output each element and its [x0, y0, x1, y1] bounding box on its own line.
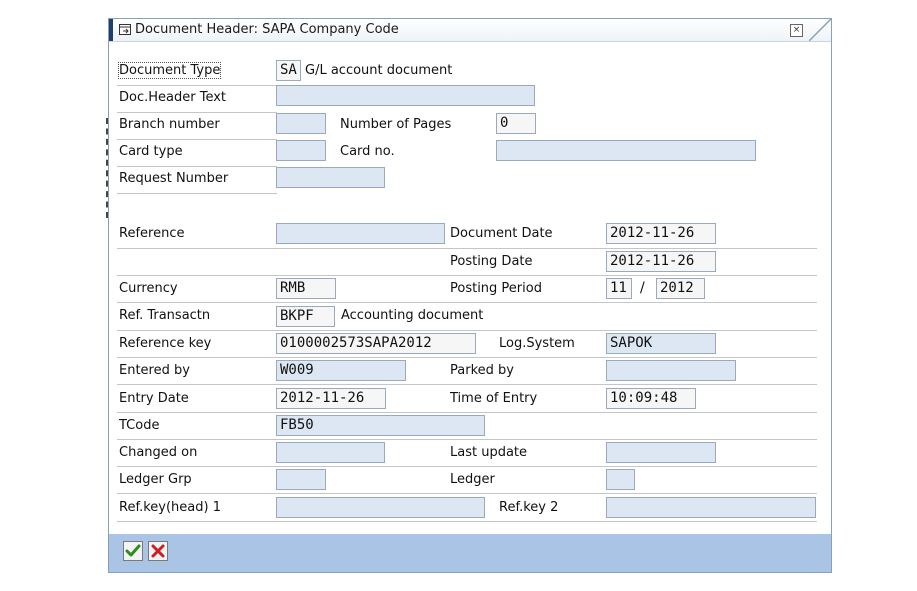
ref-transactn-description: Accounting document	[341, 308, 484, 323]
close-icon[interactable]: ×	[790, 24, 803, 37]
request-number-field[interactable]	[276, 167, 385, 188]
parked-by-field[interactable]	[606, 360, 736, 381]
dialog-footer-toolbar	[109, 534, 831, 572]
tcode-field[interactable]: FB50	[276, 415, 485, 436]
period-separator: /	[640, 280, 645, 296]
document-date-field[interactable]: 2012-11-26	[606, 223, 716, 244]
row-divider	[439, 248, 579, 249]
log-system-label: Log.System	[499, 336, 575, 351]
document-type-description: G/L account document	[305, 63, 453, 78]
row-divider	[117, 493, 817, 494]
changed-on-label: Changed on	[119, 445, 198, 460]
row-divider	[117, 330, 817, 331]
posting-year-field[interactable]: 2012	[656, 278, 705, 299]
entered-by-field[interactable]: W009	[276, 360, 406, 381]
doc-header-text-label: Doc.Header Text	[119, 90, 227, 105]
entered-by-label: Entered by	[119, 363, 190, 378]
log-system-field[interactable]: SAPOK	[606, 333, 716, 354]
branch-number-label: Branch number	[119, 117, 220, 132]
card-no-field[interactable]	[496, 140, 756, 161]
posting-date-label: Posting Date	[450, 254, 533, 269]
row-divider	[117, 412, 817, 413]
ref-transactn-label: Ref. Transactn	[119, 308, 211, 323]
title-accent-bar	[109, 19, 113, 41]
last-update-field[interactable]	[606, 442, 716, 463]
card-type-label: Card type	[119, 144, 183, 159]
cancel-button[interactable]	[148, 541, 168, 561]
document-header-dialog: Document Header: SAPA Company Code × Doc…	[108, 18, 832, 573]
ledger-grp-field[interactable]	[276, 469, 326, 490]
doc-header-text-field[interactable]	[276, 85, 535, 106]
reference-key-field[interactable]: 0100002573SAPA2012	[276, 333, 476, 354]
card-no-label: Card no.	[340, 144, 395, 159]
confirm-button[interactable]	[123, 541, 143, 561]
title-corner-decoration	[809, 19, 831, 41]
ref-key-2-field[interactable]	[606, 497, 816, 518]
dialog-window-icon	[119, 24, 131, 35]
ledger-grp-label: Ledger Grp	[119, 472, 192, 487]
request-number-label: Request Number	[119, 171, 229, 186]
card-type-field[interactable]	[276, 140, 326, 161]
row-divider	[117, 85, 277, 86]
posting-period-field[interactable]: 11	[606, 278, 632, 299]
ledger-field[interactable]	[606, 469, 635, 490]
changed-on-field[interactable]	[276, 442, 385, 463]
entry-date-label: Entry Date	[119, 391, 189, 406]
posting-period-label: Posting Period	[450, 281, 542, 296]
row-divider	[117, 193, 277, 194]
branch-number-field[interactable]	[276, 113, 326, 134]
row-divider	[439, 275, 579, 276]
row-divider	[117, 521, 817, 522]
entry-date-field[interactable]: 2012-11-26	[276, 388, 386, 409]
row-divider	[117, 112, 277, 113]
posting-date-field[interactable]: 2012-11-26	[606, 251, 716, 272]
dialog-title: Document Header: SAPA Company Code	[135, 22, 399, 37]
number-of-pages-label: Number of Pages	[340, 117, 452, 132]
reference-label: Reference	[119, 226, 185, 241]
tcode-label: TCode	[119, 418, 160, 433]
cancel-x-icon	[151, 544, 165, 558]
time-of-entry-field[interactable]: 10:09:48	[606, 388, 696, 409]
ref-key-2-label: Ref.key 2	[499, 500, 559, 515]
reference-field[interactable]	[276, 223, 445, 244]
reference-key-label: Reference key	[119, 336, 212, 351]
currency-label: Currency	[119, 281, 178, 296]
currency-field[interactable]: RMB	[276, 278, 336, 299]
document-date-label: Document Date	[450, 226, 553, 241]
ref-transactn-field[interactable]: BKPF	[276, 306, 335, 327]
time-of-entry-label: Time of Entry	[450, 391, 538, 406]
ref-key-head-1-label: Ref.key(head) 1	[119, 500, 221, 515]
row-divider	[117, 166, 277, 167]
row-divider	[117, 466, 817, 467]
row-divider	[117, 139, 277, 140]
parked-by-label: Parked by	[450, 363, 514, 378]
dialog-titlebar: Document Header: SAPA Company Code ×	[109, 19, 831, 42]
ref-key-head-1-field[interactable]	[276, 497, 485, 518]
number-of-pages-field[interactable]: 0	[496, 113, 536, 134]
check-icon	[125, 544, 141, 557]
row-divider	[117, 439, 817, 440]
last-update-label: Last update	[450, 445, 528, 460]
row-divider	[117, 357, 817, 358]
row-divider	[117, 384, 817, 385]
document-type-label: Document Type	[117, 62, 222, 79]
row-divider	[117, 302, 817, 303]
document-type-field[interactable]: SA	[276, 60, 301, 81]
ledger-label: Ledger	[450, 472, 495, 487]
